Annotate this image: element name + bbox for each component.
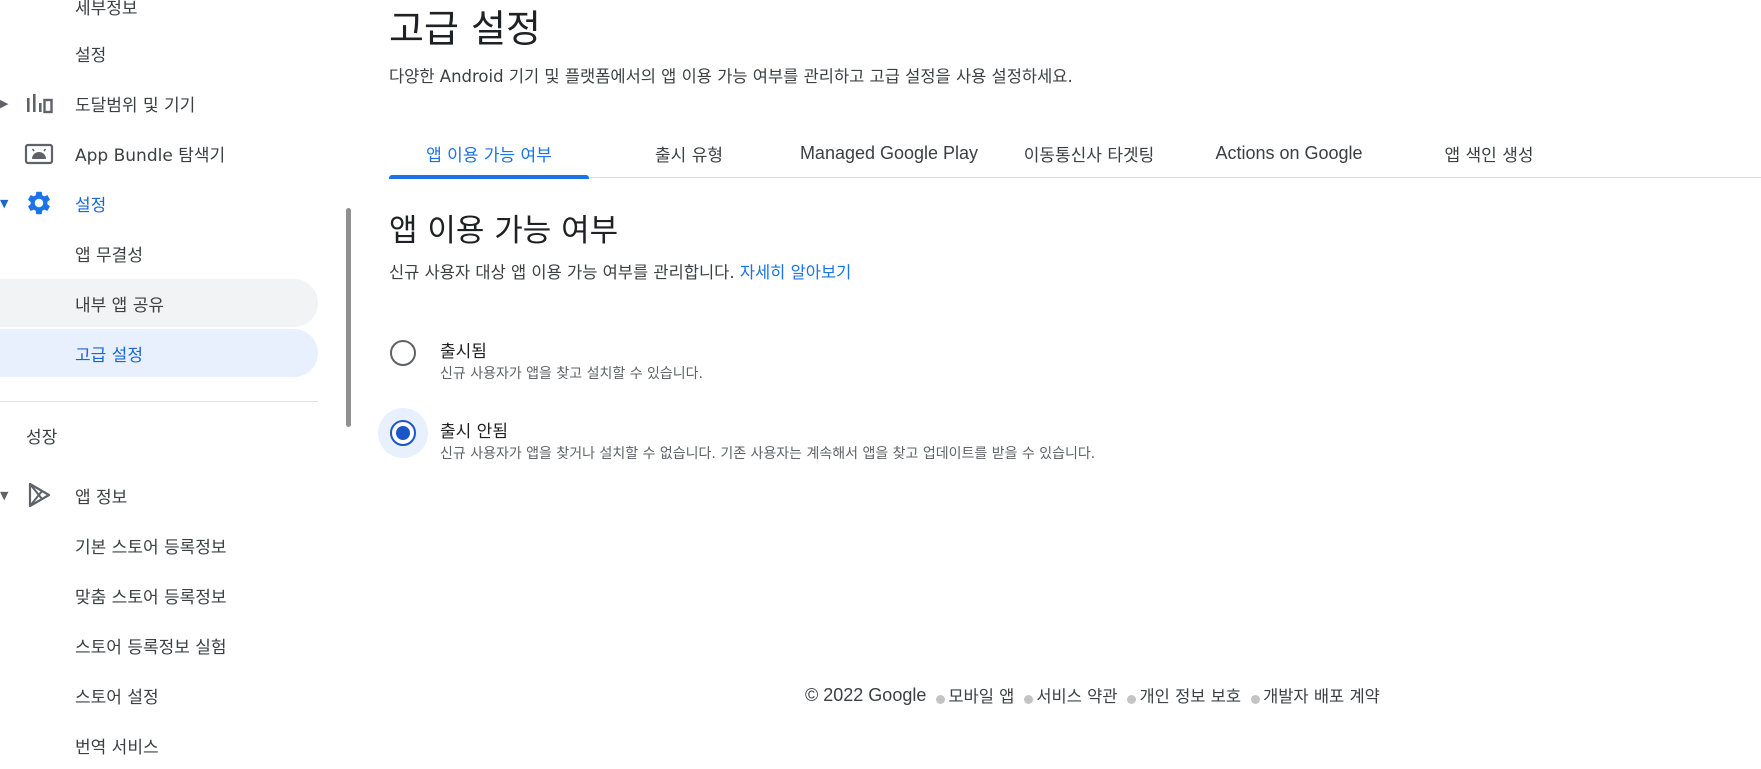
footer-copyright: © 2022 Google <box>805 684 927 705</box>
tab-carrier-targeting[interactable]: 이동통신사 타겟팅 <box>989 128 1189 178</box>
radio-label: 출시 안됨 <box>440 422 508 442</box>
sidebar-item-label: 설정 <box>75 45 107 66</box>
radio-label: 출시됨 <box>440 342 487 362</box>
page-description: 다양한 Android 기기 및 플랫폼에서의 앱 이용 가능 여부를 관리하고… <box>389 67 1073 86</box>
sidebar-item-custom-store-listing[interactable]: 맞춤 스토어 등록정보 <box>0 571 318 619</box>
sidebar-item-label: 스토어 등록정보 실험 <box>75 637 227 658</box>
footer-link-privacy[interactable]: 개인 정보 보호 <box>1139 683 1241 707</box>
sidebar-item-settings[interactable]: ▼ 설정 <box>0 179 318 227</box>
separator-dot-icon <box>936 694 946 704</box>
play-icon <box>24 480 54 510</box>
tab-label: Actions on Google <box>1215 142 1363 163</box>
sidebar-item-settings-sub[interactable]: 설정 <box>0 29 318 77</box>
sidebar-item-label: 스토어 설정 <box>75 687 159 708</box>
sidebar-scrollbar[interactable] <box>346 208 351 427</box>
radio-option-unpublished[interactable]: 출시 안됨 신규 사용자가 앱을 찾거나 설치할 수 없습니다. 기존 사용자는… <box>378 408 1278 468</box>
tab-label: 출시 유형 <box>655 145 723 166</box>
footer-link-terms[interactable]: 서비스 약관 <box>1036 683 1117 707</box>
tab-label: Managed Google Play <box>799 142 979 163</box>
tab-actions-on-google[interactable]: Actions on Google <box>1189 128 1389 178</box>
bar-chart-icon <box>24 88 54 118</box>
footer-link-developer-agreement[interactable]: 개발자 배포 계약 <box>1263 683 1380 707</box>
section-title: 앱 이용 가능 여부 <box>389 213 619 249</box>
sidebar-item-details[interactable]: 세부정보 <box>0 0 318 30</box>
sidebar-item-app-integrity[interactable]: 앱 무결성 <box>0 229 318 277</box>
tab-managed-google-play[interactable]: Managed Google Play <box>789 128 989 178</box>
sidebar-item-app-bundle-explorer[interactable]: App Bundle 탐색기 <box>0 129 318 177</box>
sidebar-item-store-listing-experiments[interactable]: 스토어 등록정보 실험 <box>0 621 318 669</box>
caret-down-icon[interactable]: ▼ <box>0 179 12 227</box>
gear-icon <box>24 188 54 218</box>
tab-release-type[interactable]: 출시 유형 <box>589 128 789 178</box>
separator-dot-icon <box>1024 694 1034 704</box>
sidebar-item-internal-app-sharing[interactable]: 내부 앱 공유 <box>0 279 318 327</box>
sidebar-item-label: 세부정보 <box>75 0 138 19</box>
page-title: 고급 설정 <box>389 7 541 51</box>
sidebar-item-translation-service[interactable]: 번역 서비스 <box>0 721 318 769</box>
sidebar-divider <box>0 401 318 402</box>
radio-option-published[interactable]: 출시됨 신규 사용자가 앱을 찾고 설치할 수 있습니다. <box>378 328 1278 388</box>
sidebar-item-label: 번역 서비스 <box>75 737 159 758</box>
tab-label: 이동통신사 타겟팅 <box>1023 145 1155 166</box>
sidebar-item-reach-devices[interactable]: ▶ 도달범위 및 기기 <box>0 79 318 127</box>
sidebar-item-label: 설정 <box>75 195 107 216</box>
sidebar-item-store-settings[interactable]: 스토어 설정 <box>0 671 318 719</box>
tab-bar: 앱 이용 가능 여부 출시 유형 Managed Google Play 이동통… <box>389 128 1761 179</box>
footer-link-mobile-app[interactable]: 모바일 앱 <box>948 683 1014 707</box>
separator-dot-icon <box>1127 694 1137 704</box>
learn-more-link[interactable]: 자세히 알아보기 <box>740 263 852 282</box>
sidebar-item-label: 기본 스토어 등록정보 <box>75 537 227 558</box>
caret-right-icon[interactable]: ▶ <box>0 79 12 127</box>
tab-app-indexing[interactable]: 앱 색인 생성 <box>1389 128 1589 178</box>
separator-dot-icon <box>1251 694 1261 704</box>
radio-help-text: 신규 사용자가 앱을 찾고 설치할 수 있습니다. <box>440 366 703 382</box>
radio-button[interactable] <box>378 408 428 458</box>
sidebar-item-label: 앱 무결성 <box>75 245 143 266</box>
sidebar-item-advanced-settings[interactable]: 고급 설정 <box>0 329 318 377</box>
tab-label: 앱 이용 가능 여부 <box>426 145 552 166</box>
sidebar-item-label: 도달범위 및 기기 <box>75 95 196 116</box>
radio-checked-icon <box>390 420 416 446</box>
sidebar-item-label: 앱 정보 <box>75 487 128 508</box>
tab-app-availability[interactable]: 앱 이용 가능 여부 <box>389 128 589 179</box>
section-description: 신규 사용자 대상 앱 이용 가능 여부를 관리합니다. 자세히 알아보기 <box>389 259 851 283</box>
sidebar-nav: 세부정보 설정 ▶ 도달범위 및 기기 App Bundle 탐색기 ▼ 설정 … <box>0 0 320 758</box>
caret-down-icon[interactable]: ▼ <box>0 471 12 519</box>
sidebar-item-label: 맞춤 스토어 등록정보 <box>75 587 227 608</box>
radio-help-text: 신규 사용자가 앱을 찾거나 설치할 수 없습니다. 기존 사용자는 계속해서 … <box>440 446 1096 462</box>
sidebar-item-label: 내부 앱 공유 <box>75 295 165 316</box>
sidebar-item-label: 고급 설정 <box>75 345 143 366</box>
section-description-text: 신규 사용자 대상 앱 이용 가능 여부를 관리합니다. <box>389 263 735 282</box>
footer: © 2022 Google 모바일 앱 서비스 약관 개인 정보 보호 개발자 … <box>805 683 1380 707</box>
sidebar-item-label: App Bundle 탐색기 <box>75 145 226 166</box>
android-icon <box>24 138 54 168</box>
sidebar-section-growth: 성장 <box>0 411 318 459</box>
sidebar-item-main-store-listing[interactable]: 기본 스토어 등록정보 <box>0 521 318 569</box>
tab-label: 앱 색인 생성 <box>1444 145 1534 166</box>
radio-button[interactable] <box>378 328 428 378</box>
sidebar-section-label: 성장 <box>26 427 58 448</box>
radio-unchecked-icon <box>390 340 416 366</box>
sidebar-item-app-info[interactable]: ▼ 앱 정보 <box>0 471 318 519</box>
